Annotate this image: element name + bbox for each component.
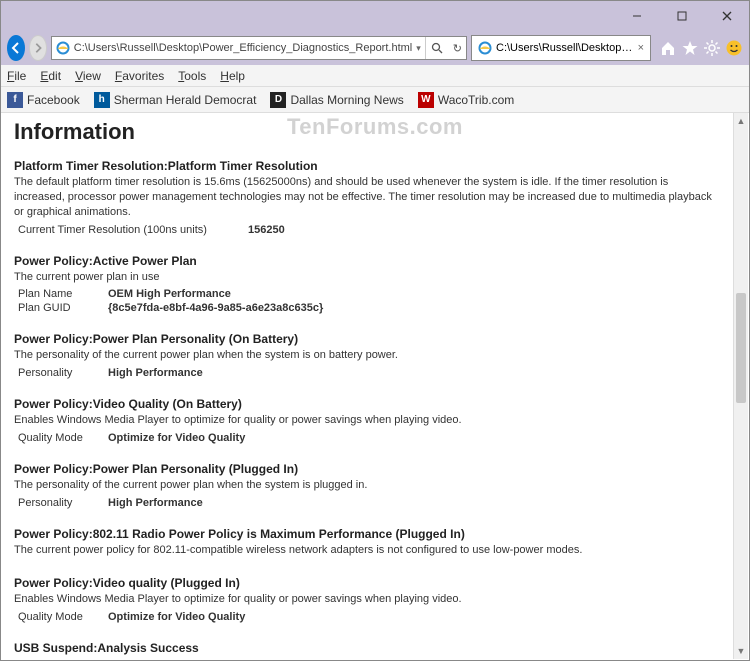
- favorite-label: Facebook: [27, 93, 80, 107]
- menu-help[interactable]: Help: [220, 69, 245, 83]
- address-row: C:\Users\Russell\Desktop\Power_Efficienc…: [1, 31, 749, 65]
- menu-edit[interactable]: Edit: [40, 69, 61, 83]
- key-value-row: Current Timer Resolution (100ns units)15…: [14, 224, 721, 236]
- section-description: The current power policy for 802.11-comp…: [14, 543, 721, 558]
- back-button[interactable]: [7, 35, 25, 61]
- kv-key: Personality: [18, 497, 108, 509]
- key-value-row: Plan GUID{8c5e7fda-e8bf-4a96-9a85-a6e23a…: [14, 302, 721, 314]
- favorite-link[interactable]: D Dallas Morning News: [270, 92, 403, 108]
- favicon-icon: h: [94, 92, 110, 108]
- search-button[interactable]: [425, 37, 449, 59]
- kv-value: Optimize for Video Quality: [108, 611, 245, 623]
- close-button[interactable]: [704, 2, 749, 30]
- kv-value: Optimize for Video Quality: [108, 432, 245, 444]
- kv-value: {8c5e7fda-e8bf-4a96-9a85-a6e23a8c635c}: [108, 302, 323, 314]
- favorites-bar: f Facebook h Sherman Herald Democrat D Dallas…: [1, 87, 749, 113]
- dropdown-icon[interactable]: ▾: [416, 43, 421, 54]
- info-section: Power Policy:Active Power Plan The curren…: [14, 254, 721, 315]
- favorite-label: WacoTrib.com: [438, 93, 514, 107]
- favorite-link[interactable]: h Sherman Herald Democrat: [94, 92, 257, 108]
- ie-icon: [478, 41, 492, 55]
- info-section: Power Policy:Power Plan Personality (Plu…: [14, 462, 721, 509]
- info-section: Power Policy:Video Quality (On Battery) E…: [14, 397, 721, 444]
- info-section: Power Policy:Video quality (Plugged In) E…: [14, 576, 721, 623]
- refresh-icon[interactable]: ↻: [453, 42, 462, 55]
- menu-bar: File Edit View Favorites Tools Help: [1, 65, 749, 87]
- menu-view[interactable]: View: [75, 69, 101, 83]
- key-value-row: Plan NameOEM High Performance: [14, 288, 721, 300]
- favicon-icon: D: [270, 92, 286, 108]
- window-titlebar: [1, 1, 749, 31]
- ie-icon: [56, 41, 70, 55]
- key-value-row: PersonalityHigh Performance: [14, 367, 721, 379]
- scroll-down-icon[interactable]: ▼: [734, 643, 748, 659]
- address-bar[interactable]: C:\Users\Russell\Desktop\Power_Efficienc…: [51, 36, 467, 60]
- section-description: The current power plan in use: [14, 270, 721, 285]
- menu-tools[interactable]: Tools: [178, 69, 206, 83]
- section-title: Power Policy:802.11 Radio Power Policy i…: [14, 527, 721, 541]
- favorite-link[interactable]: f Facebook: [7, 92, 80, 108]
- kv-key: Current Timer Resolution (100ns units): [18, 224, 248, 236]
- favicon-icon: f: [7, 92, 23, 108]
- page-viewport: Information Platform Timer Resolution:Pla…: [2, 113, 733, 659]
- info-section: Platform Timer Resolution:Platform Timer…: [14, 159, 721, 236]
- tools-icon[interactable]: [703, 38, 721, 58]
- section-description: Enables Windows Media Player to optimize…: [14, 592, 721, 607]
- key-value-row: Quality ModeOptimize for Video Quality: [14, 611, 721, 623]
- section-title: Platform Timer Resolution:Platform Timer…: [14, 159, 721, 173]
- section-description: The default platform timer resolution is…: [14, 175, 721, 220]
- info-section: Power Policy:Power Plan Personality (On …: [14, 332, 721, 379]
- favorites-icon[interactable]: [681, 38, 699, 58]
- maximize-button[interactable]: [659, 2, 704, 30]
- section-title: Power Policy:Video Quality (On Battery): [14, 397, 721, 411]
- kv-value: High Performance: [108, 497, 203, 509]
- kv-key: Quality Mode: [18, 432, 108, 444]
- forward-button[interactable]: [29, 35, 47, 61]
- info-section: Power Policy:802.11 Radio Power Policy i…: [14, 527, 721, 558]
- favorite-label: Dallas Morning News: [290, 93, 403, 107]
- favorite-label: Sherman Herald Democrat: [114, 93, 257, 107]
- section-title: Power Policy:Power Plan Personality (On …: [14, 332, 721, 346]
- section-title: Power Policy:Power Plan Personality (Plu…: [14, 462, 721, 476]
- kv-value: High Performance: [108, 367, 203, 379]
- kv-key: Plan GUID: [18, 302, 108, 314]
- menu-file[interactable]: File: [7, 69, 26, 83]
- scroll-up-icon[interactable]: ▲: [734, 113, 748, 129]
- kv-key: Quality Mode: [18, 611, 108, 623]
- section-title: Power Policy:Active Power Plan: [14, 254, 721, 268]
- section-description: The personality of the current power pla…: [14, 348, 721, 363]
- key-value-row: Quality ModeOptimize for Video Quality: [14, 432, 721, 444]
- menu-favorites[interactable]: Favorites: [115, 69, 164, 83]
- info-section: USB Suspend:Analysis Success Analysis was…: [14, 641, 721, 659]
- kv-value: OEM High Performance: [108, 288, 231, 300]
- tab-title: C:\Users\Russell\Desktop\P...: [496, 42, 634, 54]
- vertical-scrollbar[interactable]: ▲ ▼: [733, 113, 748, 659]
- page-title: Information: [14, 119, 721, 145]
- section-description: Analysis was successful. No energy effic…: [14, 657, 721, 659]
- section-title: USB Suspend:Analysis Success: [14, 641, 721, 655]
- url-text: C:\Users\Russell\Desktop\Power_Efficienc…: [74, 42, 413, 54]
- kv-value: 156250: [248, 224, 285, 236]
- favorite-link[interactable]: W WacoTrib.com: [418, 92, 514, 108]
- kv-key: Plan Name: [18, 288, 108, 300]
- home-icon[interactable]: [659, 38, 677, 58]
- scroll-thumb[interactable]: [736, 293, 746, 403]
- section-description: Enables Windows Media Player to optimize…: [14, 413, 721, 428]
- favicon-icon: W: [418, 92, 434, 108]
- minimize-button[interactable]: [614, 2, 659, 30]
- tab-close-icon[interactable]: ×: [638, 42, 644, 54]
- browser-tab[interactable]: C:\Users\Russell\Desktop\P... ×: [471, 35, 651, 61]
- smiley-icon[interactable]: [725, 38, 743, 58]
- key-value-row: PersonalityHigh Performance: [14, 497, 721, 509]
- section-title: Power Policy:Video quality (Plugged In): [14, 576, 721, 590]
- kv-key: Personality: [18, 367, 108, 379]
- section-description: The personality of the current power pla…: [14, 478, 721, 493]
